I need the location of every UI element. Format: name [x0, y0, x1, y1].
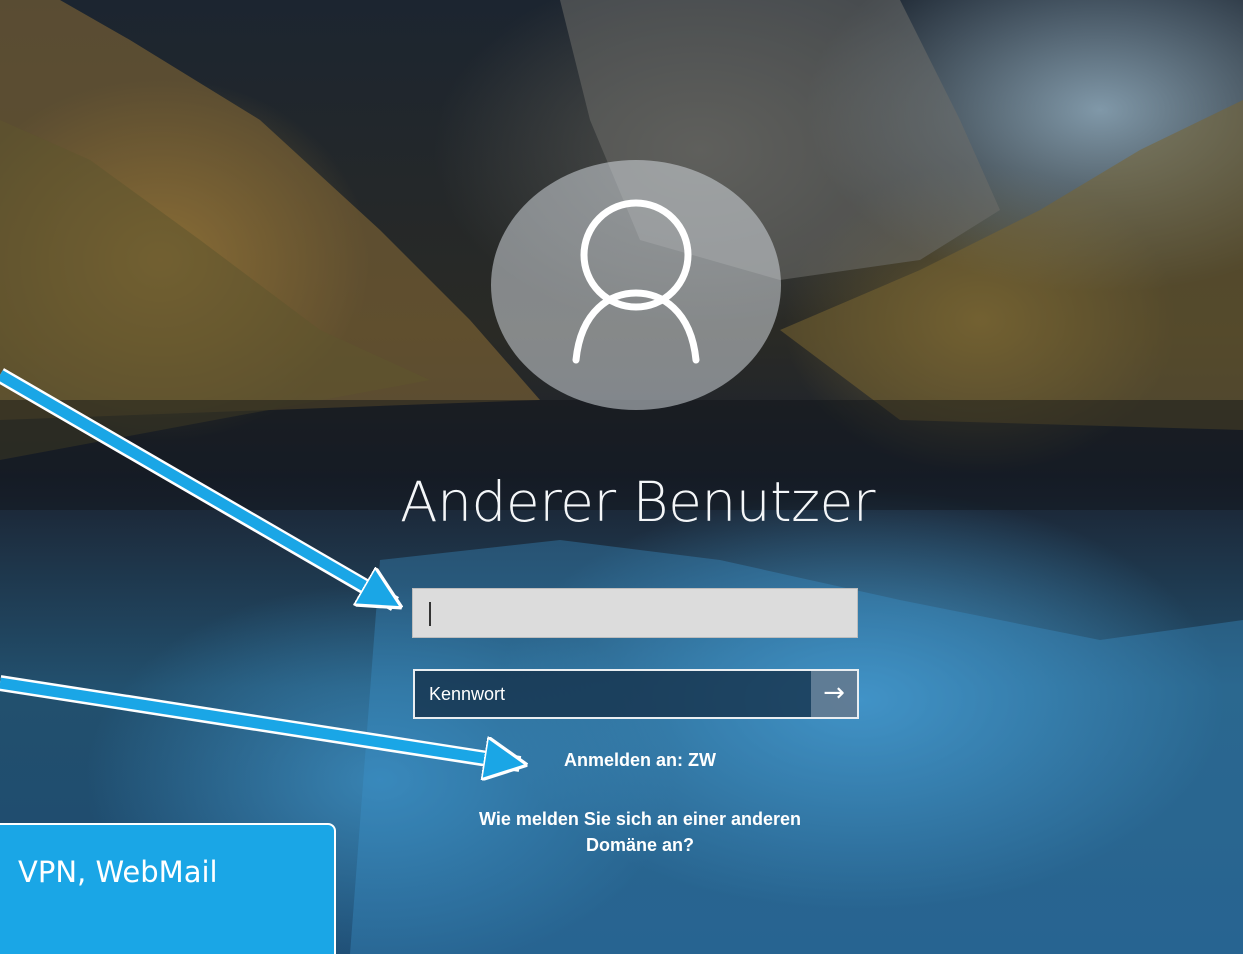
callout-box: VPN, WebMail: [0, 823, 336, 954]
callout-text: VPN, WebMail: [18, 855, 218, 889]
annotation-arrows: [0, 368, 1243, 954]
arrow-to-username: [0, 370, 385, 598]
arrow-to-domain: [0, 677, 508, 762]
